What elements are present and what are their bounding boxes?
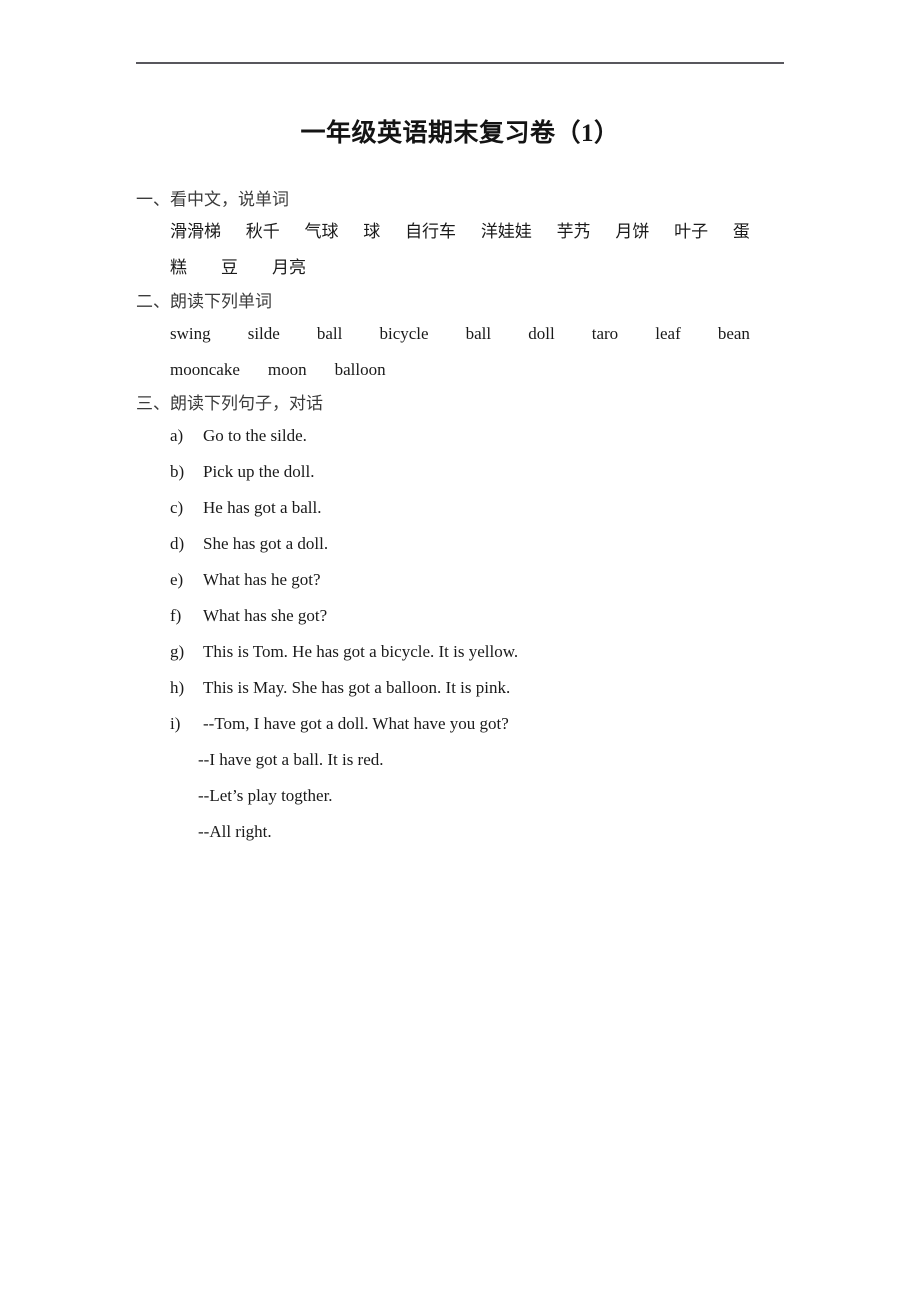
list-item-marker: f) xyxy=(170,606,182,625)
list-item-text: --Tom, I have got a doll. What have you … xyxy=(203,714,509,733)
list-item-marker: e) xyxy=(170,570,184,589)
word-item: 气球 xyxy=(304,222,339,241)
word-item: 洋娃娃 xyxy=(480,222,532,241)
list-item: i) --Tom, I have got a doll. What have y… xyxy=(136,706,784,742)
list-item: f) What has she got? xyxy=(136,598,784,634)
word-item: 月亮 xyxy=(272,258,306,277)
document-body: 一、看中文，说单词 滑滑梯 秋千 气球 球 自行车 洋娃娃 芋艿 月饼 叶子 蛋… xyxy=(136,186,784,850)
word-item: bean xyxy=(717,324,750,343)
list-item: h) This is May. She has got a balloon. I… xyxy=(136,670,784,706)
list-item-text: What has she got? xyxy=(203,606,328,625)
list-item-text: Pick up the doll. xyxy=(203,462,315,481)
word-item: leaf xyxy=(655,324,681,343)
section-two-word-row-2: mooncake moon balloon xyxy=(136,352,784,388)
header-rule xyxy=(136,62,784,64)
sentence-list: a) Go to the silde. b) Pick up the doll.… xyxy=(136,418,784,742)
word-item: ball xyxy=(465,324,492,343)
word-item: bicycle xyxy=(379,324,429,343)
dialogue-line: --All right. xyxy=(198,822,272,841)
list-item-marker: b) xyxy=(170,462,185,481)
list-item: g) This is Tom. He has got a bicycle. It… xyxy=(136,634,784,670)
section-three-heading: 三、朗读下列句子，对话 xyxy=(136,394,323,413)
word-item: doll xyxy=(528,324,555,343)
word-item: 自行车 xyxy=(405,222,457,241)
list-item-text: This is Tom. He has got a bicycle. It is… xyxy=(203,642,519,661)
section-two-heading: 二、朗读下列单词 xyxy=(136,292,272,311)
word-item: 球 xyxy=(363,222,381,241)
word-item: silde xyxy=(247,324,280,343)
word-item: taro xyxy=(591,324,619,343)
word-item: moon xyxy=(267,360,307,379)
word-item: 叶子 xyxy=(674,222,709,241)
section-two-word-row-1: swing silde ball bicycle ball doll taro … xyxy=(136,316,750,352)
document-page: 一年级英语期末复习卷（1） 一、看中文，说单词 滑滑梯 秋千 气球 球 自行车 … xyxy=(0,0,920,1302)
section-one-heading: 一、看中文，说单词 xyxy=(136,190,289,209)
word-item: balloon xyxy=(334,360,386,379)
list-item: c) He has got a ball. xyxy=(136,490,784,526)
list-item-text: This is May. She has got a balloon. It i… xyxy=(203,678,511,697)
list-item-text: Go to the silde. xyxy=(203,426,307,445)
section-two: 二、朗读下列单词 swing silde ball bicycle ball d… xyxy=(136,288,784,388)
list-item: e) What has he got? xyxy=(136,562,784,598)
word-item: 蛋 xyxy=(732,222,750,241)
word-item: 月饼 xyxy=(615,222,650,241)
list-item-marker: g) xyxy=(170,642,185,661)
dialogue-line: --I have got a ball. It is red. xyxy=(198,750,384,769)
list-item: a) Go to the silde. xyxy=(136,418,784,454)
section-one-word-row-2: 糕 豆 月亮 xyxy=(136,250,784,286)
word-item: 滑滑梯 xyxy=(170,222,221,241)
dialogue-line: --Let’s play togther. xyxy=(198,786,333,805)
list-item-text: He has got a ball. xyxy=(203,498,322,517)
list-item: d) She has got a doll. xyxy=(136,526,784,562)
word-item: 糕 xyxy=(170,258,187,277)
list-item-marker: i) xyxy=(170,714,181,733)
list-item-marker: d) xyxy=(170,534,185,553)
section-one: 一、看中文，说单词 滑滑梯 秋千 气球 球 自行车 洋娃娃 芋艿 月饼 叶子 蛋… xyxy=(136,186,784,286)
list-item-marker: c) xyxy=(170,498,184,517)
word-item: 芋艿 xyxy=(556,222,591,241)
page-title: 一年级英语期末复习卷（1） xyxy=(300,120,620,147)
word-item: 豆 xyxy=(221,258,238,277)
list-item-text: What has he got? xyxy=(203,570,321,589)
list-item-marker: h) xyxy=(170,678,185,697)
word-item: 秋千 xyxy=(245,222,280,241)
word-item: ball xyxy=(316,324,343,343)
list-item: b) Pick up the doll. xyxy=(136,454,784,490)
section-three: 三、朗读下列句子，对话 a) Go to the silde. b) Pick … xyxy=(136,390,784,850)
word-item: mooncake xyxy=(170,360,240,379)
section-one-word-row-1: 滑滑梯 秋千 气球 球 自行车 洋娃娃 芋艿 月饼 叶子 蛋 xyxy=(136,214,750,250)
list-item-text: She has got a doll. xyxy=(203,534,329,553)
list-item-marker: a) xyxy=(170,426,184,445)
word-item: swing xyxy=(170,324,211,343)
